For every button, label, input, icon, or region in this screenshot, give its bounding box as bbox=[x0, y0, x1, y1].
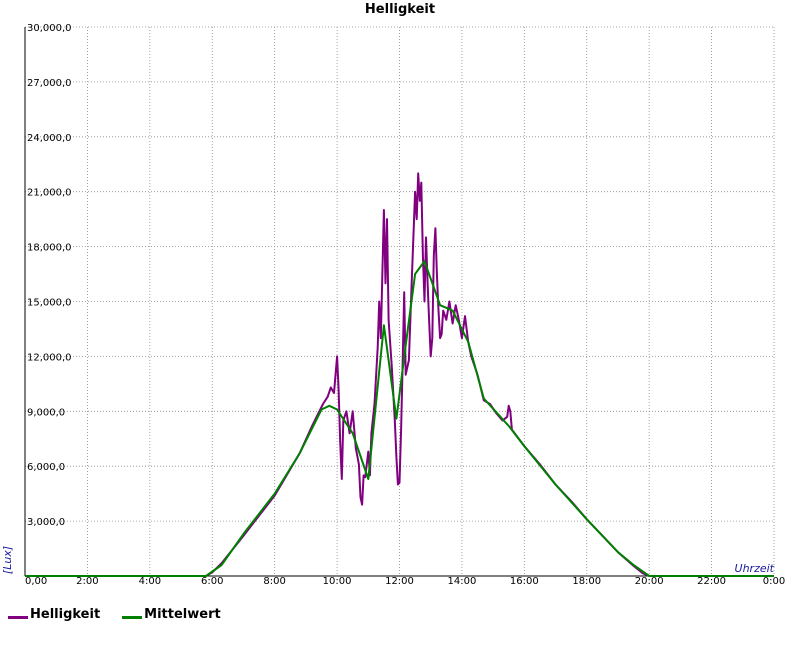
y-tick-labels: 3,000,0 6,000,0 9,000,0 12,000,0 15,000,0 18,… bbox=[27, 23, 72, 528]
y-tick-label: 30,000,0 bbox=[27, 23, 72, 34]
x-tick-label: 16:00 bbox=[510, 576, 539, 587]
y-tick-label: 6,000,0 bbox=[27, 462, 65, 473]
y-tick-label: 24,000,0 bbox=[27, 133, 72, 144]
x-tick-label: 14:00 bbox=[448, 576, 477, 587]
x-axis-label: Uhrzeit bbox=[735, 562, 775, 575]
x-tick-label: 22:00 bbox=[697, 576, 726, 587]
y-tick-label: 3,000,0 bbox=[27, 517, 65, 528]
x-tick-label: 18:00 bbox=[572, 576, 601, 587]
legend-item-helligkeit[interactable]: Helligkeit bbox=[8, 607, 100, 622]
y-tick-label: 12,000,0 bbox=[27, 352, 72, 363]
x-tick-label: 0,00 bbox=[25, 576, 47, 587]
x-tick-label: 8:00 bbox=[263, 576, 285, 587]
y-tick-label: 15,000,0 bbox=[27, 298, 72, 309]
chart: Helligkeit 3,000,0 6,000,0 9,000,0 12,000,0… bbox=[1, 2, 785, 587]
legend-swatch-mittelwert bbox=[122, 615, 143, 619]
y-tick-label: 18,000,0 bbox=[27, 243, 72, 254]
x-tick-label: 4:00 bbox=[139, 576, 161, 587]
x-tick-labels: 0,00 2:00 4:00 6:00 8:00 10:00 12:00 14:00 16:00… bbox=[25, 576, 785, 587]
legend: Helligkeit Mittelwert bbox=[8, 607, 221, 622]
legend-item-mittelwert[interactable]: Mittelwert bbox=[122, 607, 221, 622]
y-tick-label: 21,000,0 bbox=[27, 188, 72, 199]
x-tick-label: 2:00 bbox=[76, 576, 98, 587]
x-tick-label: 10:00 bbox=[323, 576, 352, 587]
x-tick-label: 0:00 bbox=[763, 576, 785, 587]
chart-title: Helligkeit bbox=[365, 2, 435, 17]
grid-lines bbox=[25, 26, 775, 576]
y-tick-label: 9,000,0 bbox=[27, 407, 65, 418]
x-tick-label: 6:00 bbox=[201, 576, 223, 587]
x-tick-label: 12:00 bbox=[385, 576, 414, 587]
legend-label-mittelwert: Mittelwert bbox=[144, 607, 221, 622]
y-tick-label: 27,000,0 bbox=[27, 78, 72, 89]
series-line-helligkeit bbox=[25, 172, 774, 577]
x-tick-label: 20:00 bbox=[635, 576, 664, 587]
y-axis-label: [Lux] bbox=[1, 546, 14, 574]
legend-swatch-helligkeit bbox=[8, 615, 28, 619]
series-layer bbox=[25, 172, 774, 577]
legend-label-helligkeit: Helligkeit bbox=[30, 607, 101, 622]
